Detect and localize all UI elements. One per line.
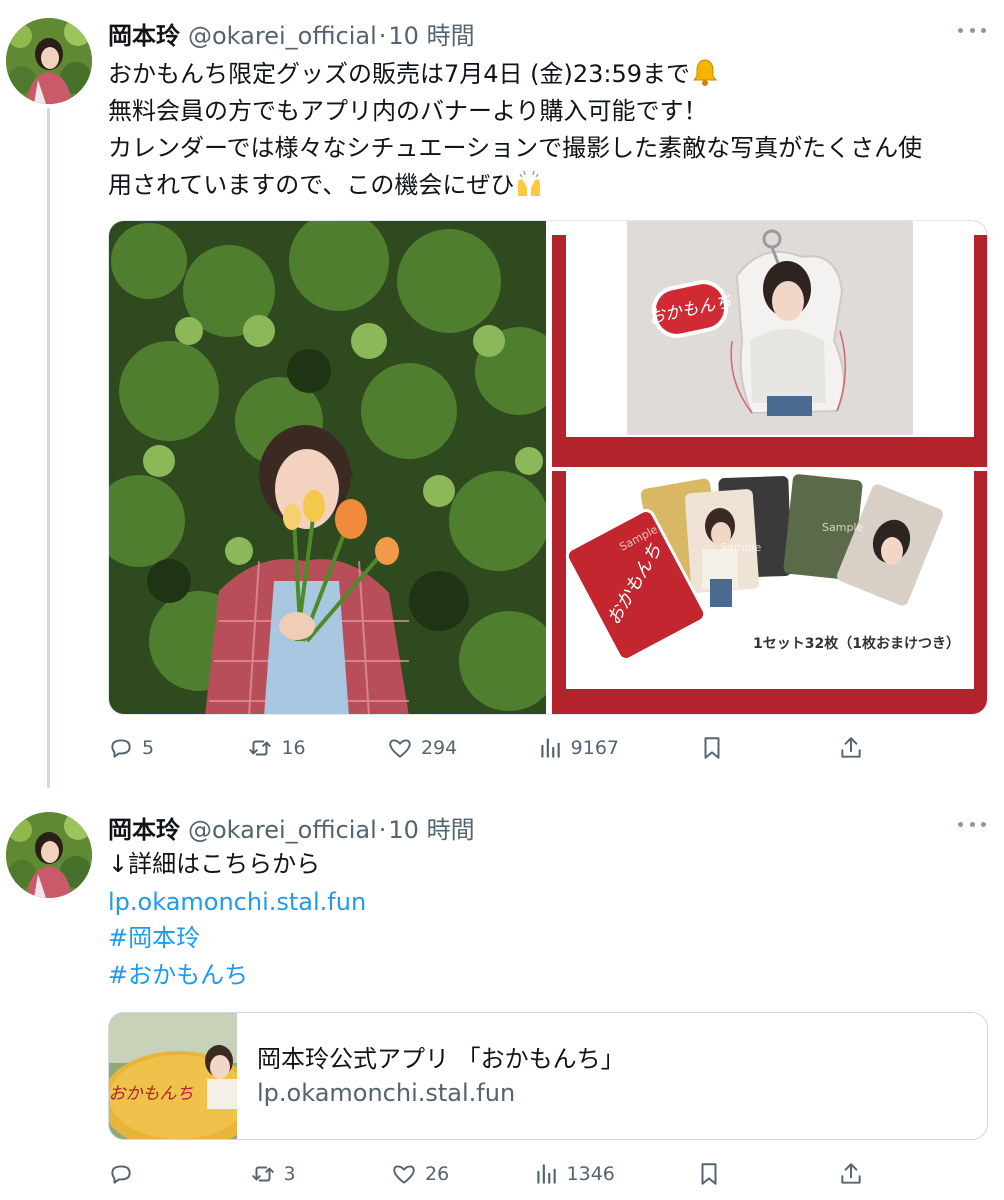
like-count: 294 xyxy=(420,737,458,759)
heart-icon xyxy=(389,739,411,758)
avatar[interactable] xyxy=(6,812,92,898)
sample-watermark: Sample xyxy=(822,521,863,534)
reply-icon xyxy=(111,1165,131,1184)
text-line: 用されていますので、この機会にぜひ xyxy=(108,167,988,204)
view-count: 1346 xyxy=(566,1163,615,1185)
card-thumb-logo: おかもんち xyxy=(109,1084,194,1104)
tweet-actions: 3 26 1346 xyxy=(108,1156,898,1192)
text-line: おかもんち限定グッズの販売は7月4日 (金)23:59まで xyxy=(108,56,988,93)
timestamp[interactable]: 10 時間 xyxy=(388,16,474,51)
sample-watermark: Sample xyxy=(720,541,761,554)
thread-line xyxy=(47,108,50,788)
tweet-actions: 5 16 294 9167 xyxy=(108,730,898,766)
views-button[interactable]: 9167 xyxy=(537,735,619,761)
author-name[interactable]: 岡本玲 xyxy=(108,16,180,51)
retweet-button[interactable]: 16 xyxy=(247,735,307,761)
card-title: 岡本玲公式アプリ 「おかもんち」 xyxy=(257,1045,625,1073)
retweet-icon xyxy=(249,740,272,756)
bookmark-button[interactable] xyxy=(696,1161,756,1187)
hashtag-link[interactable]: #岡本玲 xyxy=(108,920,200,956)
bookmark-icon xyxy=(701,1163,717,1185)
author-name[interactable]: 岡本玲 xyxy=(108,810,180,845)
card-domain: lp.okamonchi.stal.fun xyxy=(257,1079,516,1107)
bookmark-button[interactable] xyxy=(699,735,759,761)
retweet-icon xyxy=(251,1166,274,1182)
hashtag-link[interactable]: #おかもんち xyxy=(108,957,248,993)
tweet-header: 岡本玲 @okarei_official · 10 時間 xyxy=(108,810,475,845)
more-options-icon[interactable] xyxy=(958,16,986,44)
media-grid[interactable]: おかもんち おかもんち Sample Sample Sample 1セット32枚… xyxy=(108,220,988,715)
share-icon xyxy=(841,737,861,758)
tweet-text: おかもんち限定グッズの販売は7月4日 (金)23:59まで 無料会員の方でもアプ… xyxy=(108,56,988,204)
card-thumbnail: おかもんち xyxy=(109,1013,237,1139)
views-button[interactable]: 1346 xyxy=(533,1161,615,1187)
external-link[interactable]: lp.okamonchi.stal.fun xyxy=(108,884,366,920)
bell-emoji xyxy=(693,59,718,86)
photo-woman-with-tulips[interactable] xyxy=(109,221,546,714)
bookmark-icon xyxy=(704,737,719,759)
text-line: 無料会員の方でもアプリ内のバナーより購入可能です！ xyxy=(108,97,708,125)
photo-trading-cards[interactable]: おかもんち Sample Sample Sample 1セット32枚（1枚おまけ… xyxy=(552,471,987,714)
author-handle[interactable]: @okarei_official xyxy=(188,22,377,50)
retweet-count: 3 xyxy=(283,1163,296,1185)
retweet-count: 16 xyxy=(281,737,306,759)
more-options-icon[interactable] xyxy=(958,810,986,838)
heart-icon xyxy=(393,1165,415,1184)
views-icon xyxy=(541,738,560,758)
share-button[interactable] xyxy=(838,735,898,761)
card-set-caption: 1セット32枚（1枚おまけつき） xyxy=(753,635,960,652)
reply-icon xyxy=(111,739,131,758)
tweet-1[interactable]: 岡本玲 @okarei_official · 10 時間 おかもんち限定グッズの… xyxy=(0,0,1004,800)
retweet-button[interactable]: 3 xyxy=(250,1161,310,1187)
like-count: 26 xyxy=(425,1163,450,1185)
share-icon xyxy=(841,1163,861,1184)
tweet-2[interactable]: 岡本玲 @okarei_official · 10 時間 ↓詳細はこちらから l… xyxy=(0,800,1004,1200)
separator: · xyxy=(378,816,387,844)
avatar[interactable] xyxy=(6,18,92,104)
text-line: カレンダーでは様々なシチュエーションで撮影した素敵な写真がたくさん使 xyxy=(108,134,923,162)
separator: · xyxy=(378,22,387,50)
raising-hands-emoji xyxy=(518,170,541,196)
tweet-text: ↓詳細はこちらから xyxy=(108,850,321,878)
reply-button[interactable]: 5 xyxy=(108,735,168,761)
tweet-header: 岡本玲 @okarei_official · 10 時間 xyxy=(108,16,475,51)
link-preview-card[interactable]: おかもんち 岡本玲公式アプリ 「おかもんち」 lp.okamonchi.stal… xyxy=(108,1012,988,1140)
photo-acrylic-keychain[interactable]: おかもんち xyxy=(552,221,987,467)
author-handle[interactable]: @okarei_official xyxy=(188,816,377,844)
timestamp[interactable]: 10 時間 xyxy=(388,810,474,845)
like-button[interactable]: 294 xyxy=(387,735,457,761)
reply-count: 5 xyxy=(142,737,155,759)
like-button[interactable]: 26 xyxy=(391,1161,451,1187)
view-count: 9167 xyxy=(570,737,620,759)
share-button[interactable] xyxy=(838,1161,898,1187)
views-icon xyxy=(536,1164,556,1184)
reply-button[interactable] xyxy=(108,1161,168,1187)
